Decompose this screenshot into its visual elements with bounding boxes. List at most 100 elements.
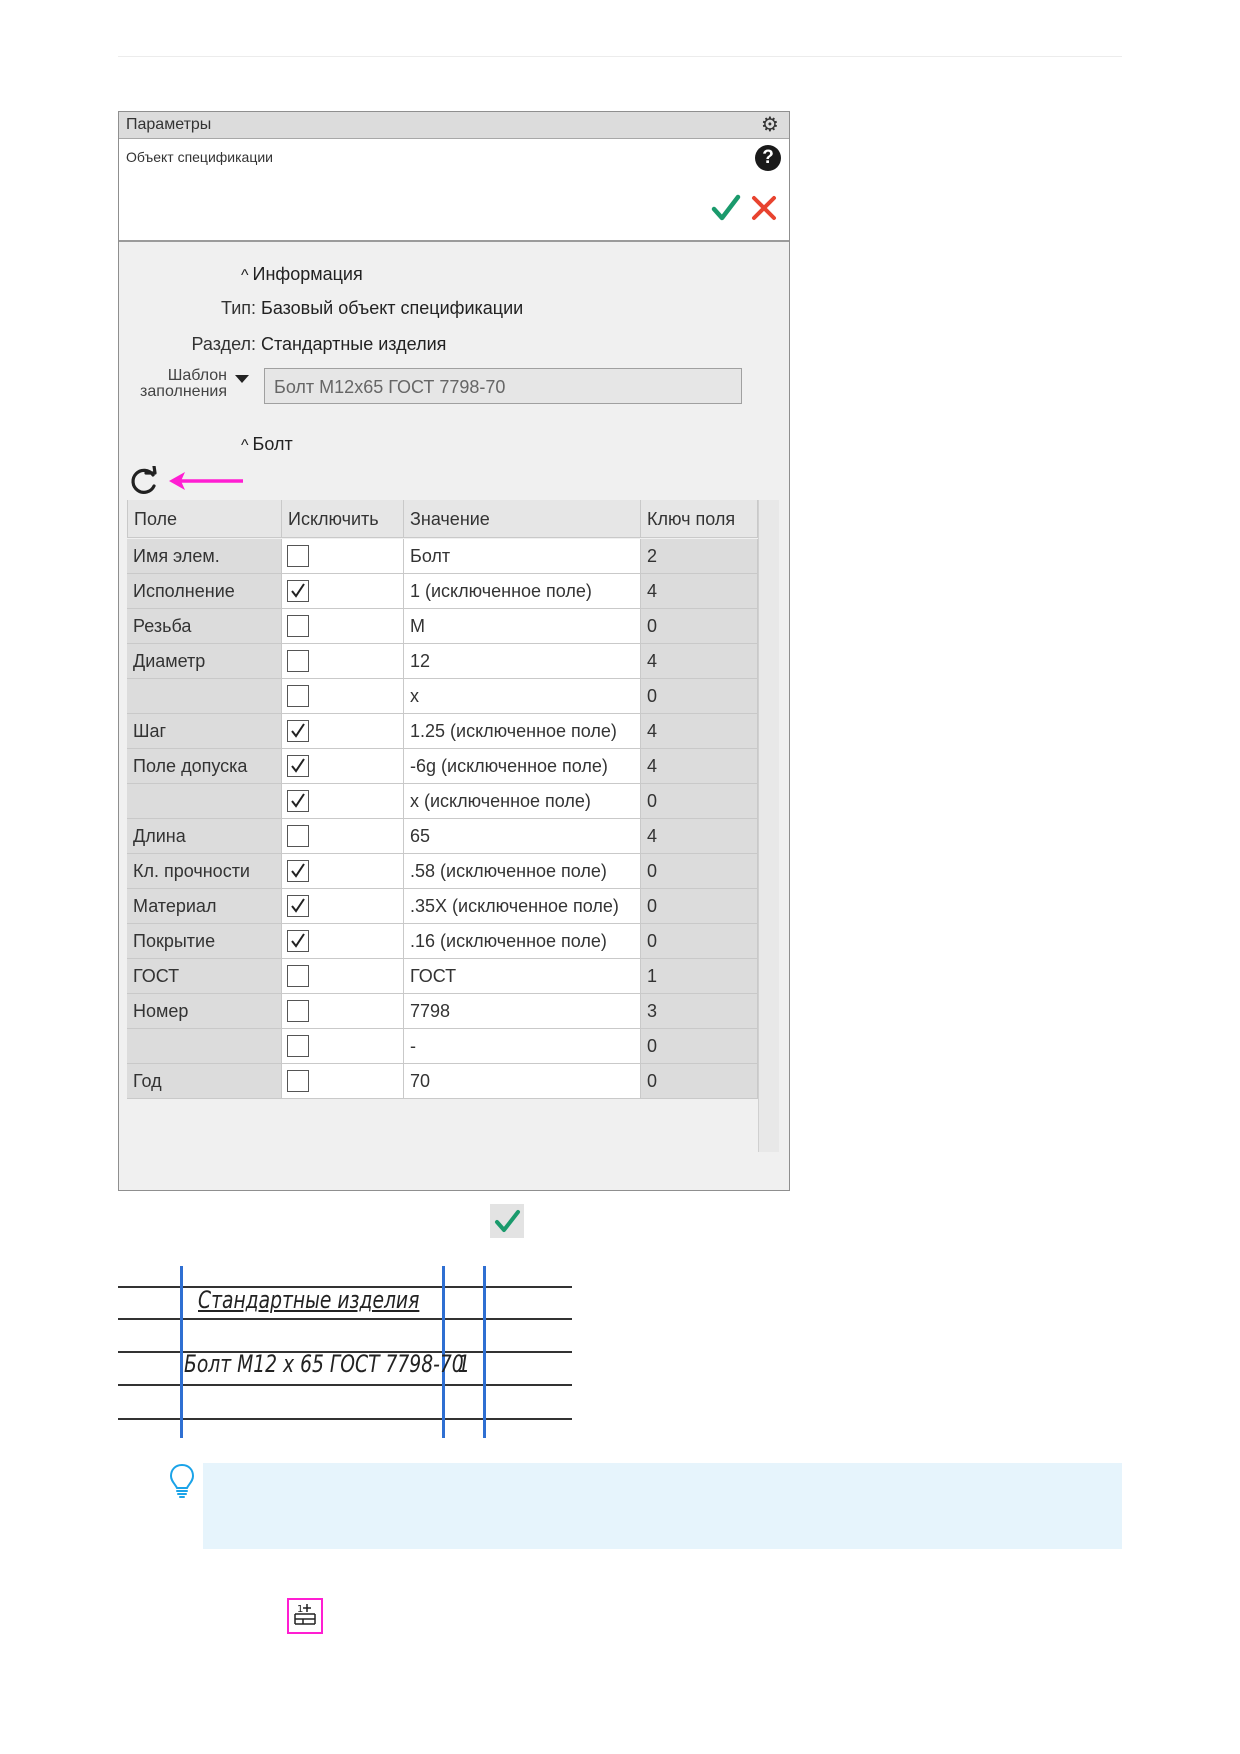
table-row: Материал .35Х (исключенное поле) 0 <box>127 889 758 924</box>
exclude-checkbox[interactable] <box>287 755 309 777</box>
exclude-cell <box>282 679 404 714</box>
close-icon <box>752 196 776 220</box>
key-cell: 0 <box>641 1064 758 1099</box>
exclude-checkbox[interactable] <box>287 930 309 952</box>
header-key[interactable]: Ключ поля <box>641 500 758 538</box>
value-cell[interactable]: х (исключенное поле) <box>404 784 641 819</box>
exclude-checkbox[interactable] <box>287 965 309 987</box>
spec-object-button[interactable]: 1 <box>287 1598 323 1634</box>
info-section-title: Информация <box>252 264 363 284</box>
table-row: Длина 65 4 <box>127 819 758 854</box>
exclude-checkbox[interactable] <box>287 720 309 742</box>
value-cell[interactable]: 7798 <box>404 994 641 1029</box>
exclude-cell <box>282 994 404 1029</box>
cancel-button[interactable] <box>747 191 781 225</box>
field-name-cell: Поле допуска <box>127 749 282 784</box>
field-name-cell <box>127 679 282 714</box>
panel-subtitle: Объект спецификации <box>126 149 273 165</box>
accept-button[interactable] <box>709 191 743 225</box>
exclude-checkbox[interactable] <box>287 580 309 602</box>
value-cell[interactable]: .58 (исключенное поле) <box>404 854 641 889</box>
check-icon <box>711 194 741 221</box>
value-cell[interactable]: М <box>404 609 641 644</box>
checkmark-icon <box>291 793 305 808</box>
exclude-checkbox[interactable] <box>287 685 309 707</box>
drawing-item-name: Болт М12 х 65 ГОСТ 7798-70 <box>184 1350 464 1378</box>
template-label-line1: Шаблон <box>167 367 227 384</box>
value-cell[interactable]: 65 <box>404 819 641 854</box>
value-cell[interactable]: Болт <box>404 539 641 574</box>
table-row: Год 70 0 <box>127 1064 758 1099</box>
caret-up-icon: ^ <box>241 267 249 284</box>
exclude-cell <box>282 749 404 784</box>
field-name-cell <box>127 784 282 819</box>
lightbulb-icon <box>168 1463 196 1499</box>
drawing-section-name: Стандартные изделия <box>198 1286 420 1314</box>
exclude-cell <box>282 889 404 924</box>
refresh-button[interactable] <box>129 464 159 496</box>
help-icon[interactable]: ? <box>755 145 781 171</box>
exclude-cell <box>282 539 404 574</box>
header-value[interactable]: Значение <box>404 500 641 538</box>
checkmark-icon <box>291 898 305 913</box>
value-cell[interactable]: х <box>404 679 641 714</box>
value-cell[interactable]: .35Х (исключенное поле) <box>404 889 641 924</box>
key-cell: 4 <box>641 644 758 679</box>
table-row: Номер 7798 3 <box>127 994 758 1029</box>
exclude-checkbox[interactable] <box>287 1000 309 1022</box>
template-dropdown-icon[interactable] <box>235 375 249 383</box>
value-cell[interactable]: -6g (исключенное поле) <box>404 749 641 784</box>
drawing-rule <box>118 1418 572 1420</box>
gear-icon[interactable]: ⚙ <box>759 114 781 136</box>
exclude-cell <box>282 609 404 644</box>
drawing-rule <box>118 1318 572 1320</box>
exclude-checkbox[interactable] <box>287 615 309 637</box>
exclude-checkbox[interactable] <box>287 860 309 882</box>
template-label-line2: заполнения <box>140 383 227 400</box>
exclude-checkbox[interactable] <box>287 790 309 812</box>
field-name-cell: Материал <box>127 889 282 924</box>
value-cell[interactable]: 1.25 (исключенное поле) <box>404 714 641 749</box>
bolt-section-toggle[interactable]: ^ Болт <box>241 434 293 455</box>
checkmark-icon <box>291 583 305 598</box>
value-cell[interactable]: .16 (исключенное поле) <box>404 924 641 959</box>
table-row: Диаметр 12 4 <box>127 644 758 679</box>
field-name-cell: Резьба <box>127 609 282 644</box>
template-input[interactable]: Болт М12х65 ГОСТ 7798-70 <box>264 368 742 404</box>
value-cell[interactable]: 1 (исключенное поле) <box>404 574 641 609</box>
key-cell: 0 <box>641 854 758 889</box>
table-scrollbar[interactable] <box>758 500 779 1152</box>
checkmark-icon <box>291 933 305 948</box>
exclude-checkbox[interactable] <box>287 1070 309 1092</box>
field-name-cell: Длина <box>127 819 282 854</box>
value-cell[interactable]: - <box>404 1029 641 1064</box>
section-value: Стандартные изделия <box>261 334 447 354</box>
key-cell: 2 <box>641 539 758 574</box>
exclude-checkbox[interactable] <box>287 545 309 567</box>
exclude-checkbox[interactable] <box>287 1035 309 1057</box>
exclude-cell <box>282 644 404 679</box>
value-cell[interactable]: ГОСТ <box>404 959 641 994</box>
info-section-toggle[interactable]: ^ Информация <box>241 264 363 285</box>
checkmark-icon <box>291 863 305 878</box>
exclude-checkbox[interactable] <box>287 895 309 917</box>
page-top-rule <box>118 56 1122 57</box>
check-icon <box>495 1210 520 1232</box>
value-cell[interactable]: 70 <box>404 1064 641 1099</box>
key-cell: 4 <box>641 819 758 854</box>
table-row: Кл. прочности .58 (исключенное поле) 0 <box>127 854 758 889</box>
drawing-column-line <box>180 1266 183 1438</box>
exclude-cell <box>282 854 404 889</box>
exclude-checkbox[interactable] <box>287 650 309 672</box>
field-name-cell: Диаметр <box>127 644 282 679</box>
header-field[interactable]: Поле <box>127 500 282 538</box>
header-exclude[interactable]: Исключить <box>282 500 404 538</box>
field-name-cell: Кл. прочности <box>127 854 282 889</box>
exclude-cell <box>282 1064 404 1099</box>
exclude-cell <box>282 1029 404 1064</box>
value-cell[interactable]: 12 <box>404 644 641 679</box>
key-cell: 0 <box>641 1029 758 1064</box>
bolt-section-title: Болт <box>252 434 293 454</box>
table-row: -0 <box>127 1029 758 1064</box>
exclude-checkbox[interactable] <box>287 825 309 847</box>
